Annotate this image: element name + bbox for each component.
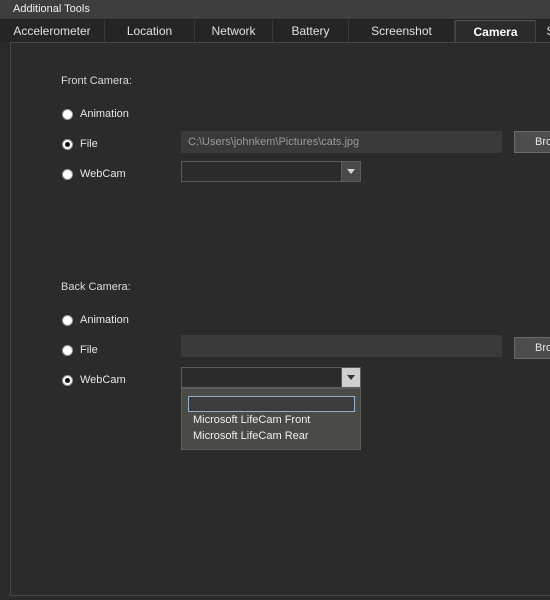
front-webcam-dropdown-button[interactable] bbox=[341, 162, 360, 181]
back-radio-webcam[interactable]: WebCam bbox=[62, 372, 126, 388]
radio-circle bbox=[62, 168, 73, 180]
tab-battery[interactable]: Battery bbox=[273, 20, 349, 42]
back-webcam-dropdown-list: Microsoft LifeCam Front Microsoft LifeCa… bbox=[181, 388, 361, 450]
front-browse-button[interactable]: Browse... bbox=[514, 131, 550, 153]
tab-strip: Accelerometer Location Network Battery S… bbox=[0, 20, 550, 42]
front-radio-file[interactable]: File bbox=[62, 136, 98, 152]
tab-location[interactable]: Location bbox=[105, 20, 195, 42]
back-radio-file[interactable]: File bbox=[62, 342, 98, 358]
radio-label: File bbox=[80, 344, 98, 356]
front-radio-webcam[interactable]: WebCam bbox=[62, 166, 126, 182]
radio-label: Animation bbox=[80, 108, 129, 120]
radio-label: WebCam bbox=[80, 168, 126, 180]
tab-network[interactable]: Network bbox=[195, 20, 273, 42]
chevron-down-icon bbox=[347, 169, 355, 174]
back-radio-animation[interactable]: Animation bbox=[62, 312, 129, 328]
radio-circle-checked bbox=[62, 374, 73, 386]
back-webcam-dropdown-button[interactable] bbox=[341, 368, 360, 387]
window-title: Additional Tools bbox=[13, 3, 90, 15]
radio-label: File bbox=[80, 138, 98, 150]
window-titlebar: Additional Tools bbox=[0, 0, 550, 20]
radio-label: Animation bbox=[80, 314, 129, 326]
tab-camera[interactable]: Camera bbox=[455, 20, 536, 42]
front-radio-animation[interactable]: Animation bbox=[62, 106, 129, 122]
back-webcam-select[interactable] bbox=[181, 367, 361, 388]
radio-circle bbox=[62, 344, 73, 356]
dropdown-option-lifecam-rear[interactable]: Microsoft LifeCam Rear bbox=[193, 430, 309, 442]
tab-accelerometer[interactable]: Accelerometer bbox=[0, 20, 105, 42]
back-file-path-input[interactable] bbox=[181, 335, 502, 357]
dropdown-option-lifecam-front[interactable]: Microsoft LifeCam Front bbox=[193, 414, 310, 426]
chevron-down-icon bbox=[347, 375, 355, 380]
back-camera-heading: Back Camera: bbox=[61, 281, 131, 293]
radio-circle bbox=[62, 314, 73, 326]
tab-more[interactable]: S bbox=[536, 20, 550, 42]
radio-label: WebCam bbox=[80, 374, 126, 386]
front-webcam-select[interactable] bbox=[181, 161, 361, 182]
front-camera-heading: Front Camera: bbox=[61, 75, 132, 87]
back-browse-button[interactable]: Browse... bbox=[514, 337, 550, 359]
tab-screenshot[interactable]: Screenshot bbox=[349, 20, 455, 42]
radio-circle bbox=[62, 108, 73, 120]
radio-circle-checked bbox=[62, 138, 73, 150]
front-file-path-input[interactable]: C:\Users\johnkem\Pictures\cats.jpg bbox=[181, 131, 502, 153]
dropdown-option-empty[interactable] bbox=[188, 396, 355, 412]
